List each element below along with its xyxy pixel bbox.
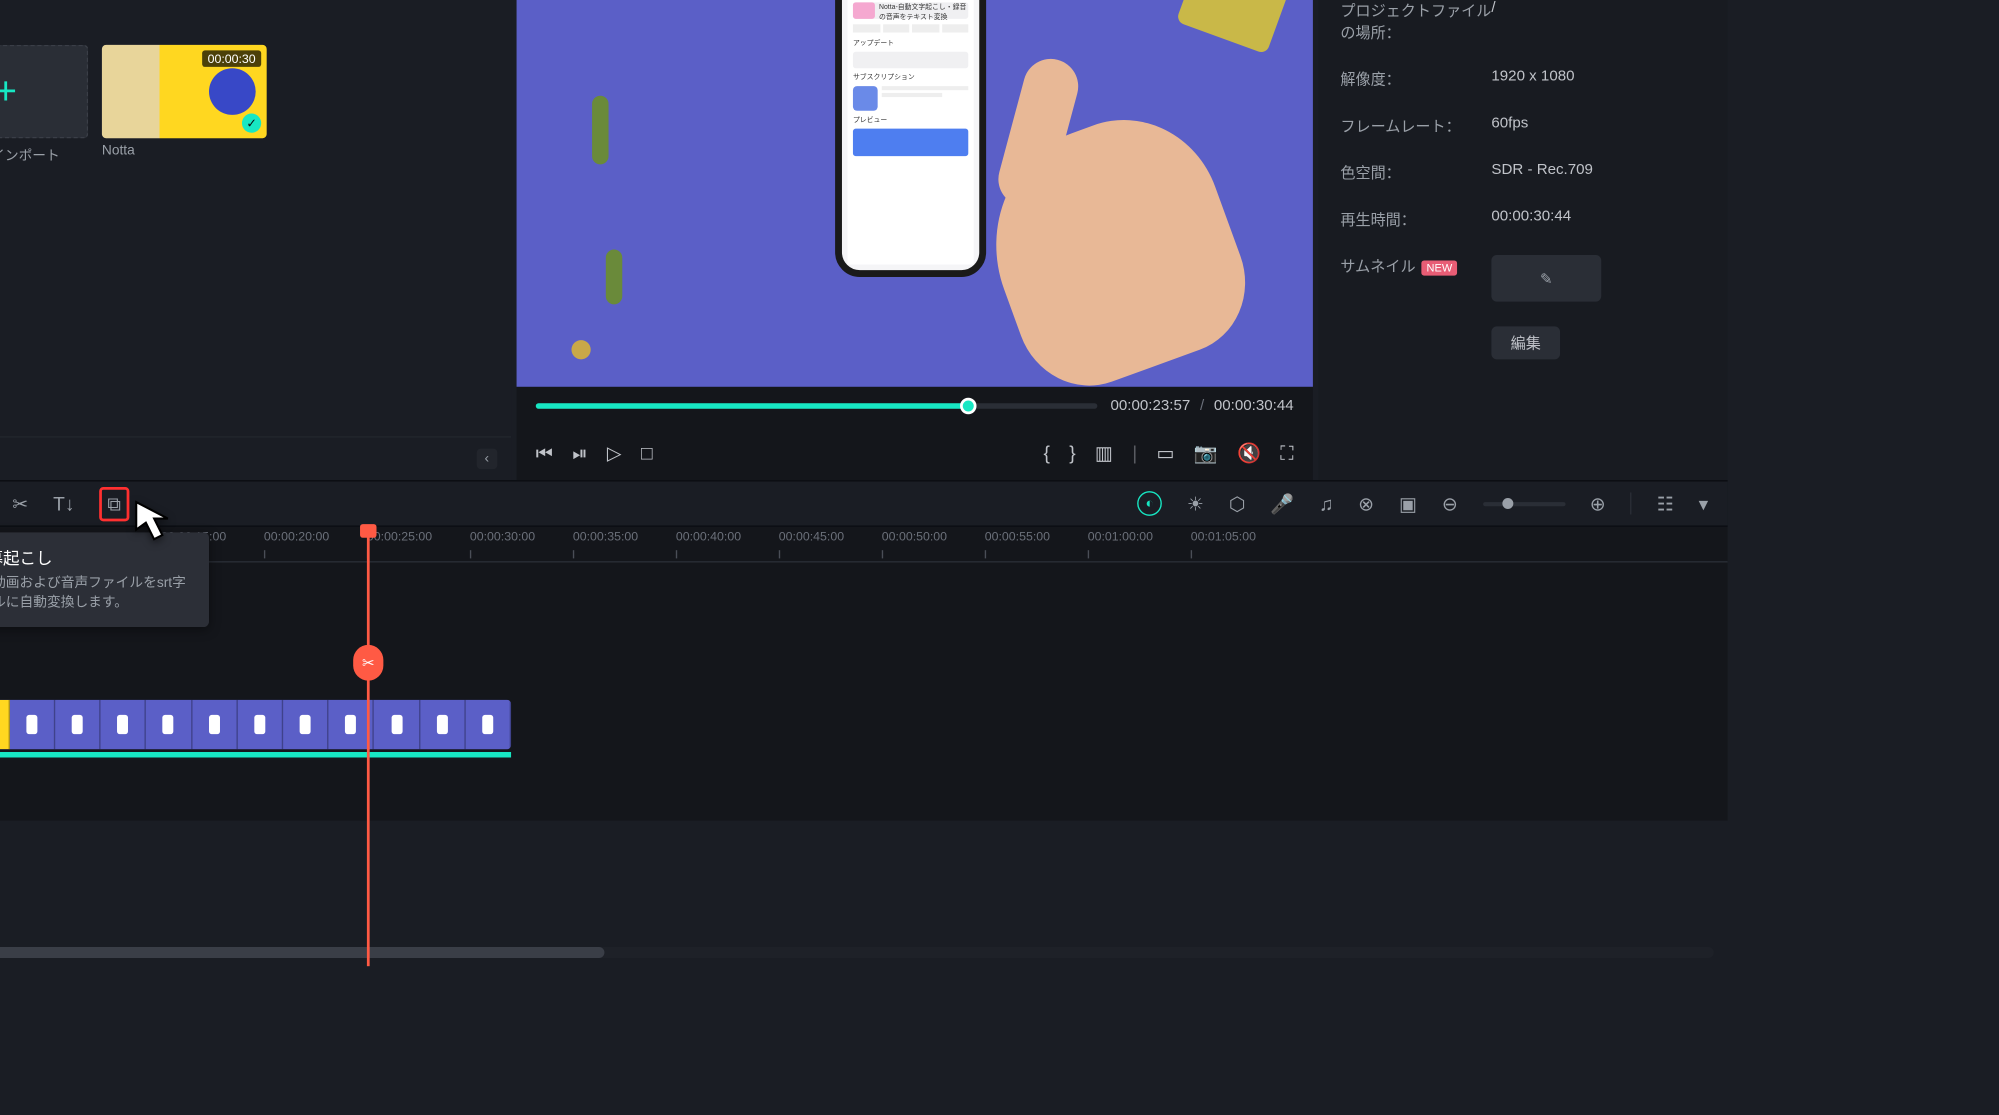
phone-mockup: Notta-自動文字起こし・録音の音声をテキスト変換 アップデート サブスクリプ…: [835, 0, 986, 276]
framerate-label: フレームレート：: [1340, 115, 1491, 137]
ruler-mark: 00:00:35:00: [573, 530, 638, 544]
media-footer: 🗀 🗀 ‹: [0, 436, 511, 480]
color-icon[interactable]: ☀: [1187, 492, 1204, 515]
ruler-mark: 00:01:00:00: [1088, 530, 1153, 544]
voiceover-icon[interactable]: 🎤: [1270, 492, 1294, 515]
render-icon[interactable]: ◐: [1137, 491, 1162, 516]
ruler-mark: 00:00:20:00: [264, 530, 329, 544]
project-path-value: /: [1491, 0, 1495, 44]
ruler-mark: 00:00:25:00: [367, 530, 432, 544]
plus-icon: +: [0, 70, 17, 114]
mark-out-icon[interactable]: }: [1069, 442, 1075, 464]
edit-icon: ✎: [1540, 269, 1553, 287]
timeline-toolbar: ⊞ ↖ ↶ ↷ 🗑 ✂ T↓ ⧉ ◐ ☀ ⬡ 🎤 ♫ ⊗ ▣ ⊖ ⊕ ☷ ▾: [0, 480, 1728, 527]
fullscreen-icon[interactable]: ⛶: [1280, 441, 1293, 464]
media-panel: ▦メディア ◧ストック ♪オーディオ Tタイトル ↻トランジション ✦エフェクト…: [0, 0, 511, 480]
horizontal-scrollbar[interactable]: [0, 947, 1714, 958]
compare-icon[interactable]: ▥: [1095, 441, 1113, 464]
current-time: 00:00:23:57: [1110, 398, 1190, 414]
video-viewport[interactable]: Notta-自動文字起こし・録音の音声をテキスト変換 アップデート サブスクリプ…: [517, 0, 1313, 387]
clip-name: Notta: [102, 144, 267, 159]
thumbnail-preview[interactable]: ✎: [1491, 255, 1601, 302]
zoom-slider[interactable]: [1483, 501, 1565, 505]
track-options-icon[interactable]: ☷: [1657, 492, 1674, 515]
colorspace-value: SDR - Rec.709: [1491, 162, 1593, 184]
ruler-mark: 00:01:05:00: [1191, 530, 1256, 544]
ruler-mark: 00:00:30:00: [470, 530, 535, 544]
chevron-down-icon[interactable]: ▾: [1699, 492, 1709, 515]
ruler-mark: 00:00:50:00: [882, 530, 947, 544]
progress-thumb[interactable]: [959, 398, 975, 414]
progress-bar[interactable]: [536, 403, 1097, 408]
resolution-value: 1920 x 1080: [1491, 68, 1574, 90]
ruler-mark: 00:00:45:00: [779, 530, 844, 544]
check-icon: ✓: [242, 114, 261, 133]
zoom-in-icon[interactable]: ⊕: [1590, 492, 1606, 515]
resolution-label: 解像度：: [1340, 68, 1491, 90]
duration-label: 再生時間：: [1340, 208, 1491, 230]
clip-duration: 00:00:30: [202, 50, 261, 66]
playhead[interactable]: ✂: [367, 527, 370, 966]
play-pause-icon[interactable]: ⏯: [572, 441, 587, 464]
framerate-value: 60fps: [1491, 115, 1528, 137]
folder-header: フォルダ: [0, 0, 511, 34]
magnetic-icon[interactable]: ⊗: [1358, 492, 1374, 515]
timeline-panel: ⊞ ↖ ↶ ↷ 🗑 ✂ T↓ ⧉ ◐ ☀ ⬡ 🎤 ♫ ⊗ ▣ ⊖ ⊕ ☷ ▾ 自…: [0, 480, 1728, 821]
colorspace-label: 色空間：: [1340, 162, 1491, 184]
duration-value: 00:00:30:44: [1491, 208, 1571, 230]
caption-icon: ⧉: [107, 492, 121, 514]
display-icon[interactable]: ▭: [1156, 441, 1174, 464]
text-tool-icon[interactable]: T↓: [53, 492, 74, 514]
track-area[interactable]: ▷Notta: [0, 563, 1728, 821]
auto-caption-tooltip: 自動字幕起こし 音声付き動画および音声ファイルをsrt字幕ファイルに自動変換しま…: [0, 532, 209, 627]
audio-mix-icon[interactable]: ♫: [1319, 492, 1333, 514]
playhead-cut-icon[interactable]: ✂: [353, 645, 383, 681]
divider: |: [1132, 442, 1137, 464]
audio-waveform[interactable]: [0, 752, 511, 757]
preview-panel: 再生 フル画質▾ 🖼 Notta-自動文字起こし・録音の音声をテキスト変換 アッ…: [517, 0, 1313, 480]
prev-frame-icon[interactable]: ⏮: [536, 441, 553, 464]
zoom-out-icon[interactable]: ⊖: [1442, 492, 1458, 515]
info-panel: プロジェクト情報 プロジェクト名：タイトルなし プロジェクトファイルの場所：/ …: [1318, 0, 1727, 480]
timeline-ruler[interactable]: 00:00 00:00:15:00 00:00:20:00 00:00:25:0…: [0, 527, 1728, 563]
video-clip-notta[interactable]: ▷Notta: [0, 700, 511, 749]
thumbnail-label: サムネイルNEW: [1340, 255, 1491, 302]
edit-button[interactable]: 編集: [1491, 326, 1560, 359]
ruler-mark: 00:00:55:00: [985, 530, 1050, 544]
crop-icon[interactable]: ▣: [1399, 492, 1417, 515]
marker-icon[interactable]: ⬡: [1229, 492, 1246, 515]
total-time: 00:00:30:44: [1214, 398, 1294, 414]
media-clip-notta[interactable]: 00:00:30 ✓ Notta: [102, 45, 267, 164]
camera-icon[interactable]: 📷: [1194, 441, 1218, 464]
collapse-button[interactable]: ‹: [476, 449, 497, 470]
media-content: インポート▾ AI画像 ●録画/録音▾ 🔍 ⫧ ⋯ フォルダ + メディアをイン…: [0, 0, 511, 480]
auto-caption-button[interactable]: ⧉: [99, 486, 129, 520]
cut-icon[interactable]: ✂: [12, 492, 28, 515]
play-icon[interactable]: ▷: [607, 441, 622, 464]
mark-in-icon[interactable]: {: [1044, 442, 1050, 464]
ruler-mark: 00:00:40:00: [676, 530, 741, 544]
stop-icon[interactable]: □: [641, 442, 653, 464]
import-media-tile[interactable]: + メディアをインポート: [0, 45, 88, 164]
project-path-label: プロジェクトファイルの場所：: [1340, 0, 1491, 44]
tooltip-description: 音声付き動画および音声ファイルをsrt字幕ファイルに自動変換します。: [0, 575, 193, 613]
tooltip-title: 自動字幕起こし: [0, 546, 193, 569]
mute-icon[interactable]: 🔇: [1237, 441, 1261, 464]
new-badge: NEW: [1421, 260, 1458, 275]
